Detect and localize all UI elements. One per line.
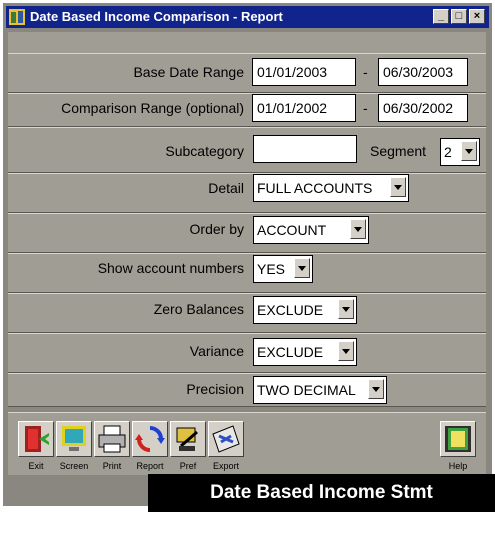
export-icon (212, 425, 240, 453)
order-by-label: Order by (189, 221, 244, 237)
pref-button[interactable] (170, 421, 206, 457)
base-range-separator: - (363, 64, 368, 80)
comparison-range-label: Comparison Range (optional) (61, 100, 244, 116)
preferences-icon (176, 427, 198, 451)
row-variance (8, 333, 486, 373)
order-by-select[interactable]: ACCOUNT (253, 216, 369, 244)
help-label: Help (448, 461, 468, 471)
exit-door-icon (25, 426, 49, 452)
chevron-down-icon[interactable] (338, 341, 354, 361)
variance-select[interactable]: EXCLUDE (253, 338, 357, 366)
comp-range-separator: - (363, 100, 368, 116)
chevron-down-icon[interactable] (350, 219, 366, 239)
toolbar: Exit Screen Print Report Pref Export Hel… (8, 412, 486, 475)
maximize-button[interactable]: □ (451, 9, 467, 24)
precision-label: Precision (186, 381, 244, 397)
report-name-banner: Date Based Income Stmt (148, 474, 495, 512)
comp-end-field[interactable]: 06/30/2002 (378, 94, 468, 122)
base-start-field[interactable]: 01/01/2003 (252, 58, 356, 86)
row-order (8, 213, 486, 253)
precision-select[interactable]: TWO DECIMAL (253, 376, 387, 404)
variance-value: EXCLUDE (257, 344, 324, 360)
export-button[interactable] (208, 421, 244, 457)
segment-value: 2 (444, 144, 452, 160)
chevron-down-icon[interactable] (368, 379, 384, 399)
base-end-field[interactable]: 06/30/2003 (378, 58, 468, 86)
monitor-icon (62, 426, 86, 451)
row-detail (8, 173, 486, 213)
title-bar: Date Based Income Comparison - Report _ … (6, 6, 489, 28)
chevron-down-icon[interactable] (461, 141, 477, 161)
zero-balances-select[interactable]: EXCLUDE (253, 296, 357, 324)
print-button[interactable] (94, 421, 130, 457)
precision-value: TWO DECIMAL (257, 382, 356, 398)
refresh-icon (135, 426, 165, 452)
chevron-down-icon[interactable] (294, 258, 310, 278)
chevron-down-icon[interactable] (390, 177, 406, 197)
comp-start-field[interactable]: 01/01/2002 (252, 94, 356, 122)
minimize-button[interactable]: _ (433, 9, 449, 24)
window-title: Date Based Income Comparison - Report (30, 9, 283, 24)
zero-balances-value: EXCLUDE (257, 302, 324, 318)
screen-button[interactable] (56, 421, 92, 457)
detail-label: Detail (208, 180, 244, 196)
report-button[interactable] (132, 421, 168, 457)
segment-select[interactable]: 2 (440, 138, 480, 166)
printer-icon (98, 425, 126, 453)
segment-label: Segment (370, 143, 427, 159)
help-book-icon (445, 426, 471, 452)
chevron-down-icon[interactable] (338, 299, 354, 319)
variance-label: Variance (189, 343, 244, 359)
detail-value: FULL ACCOUNTS (257, 180, 373, 196)
help-button[interactable] (440, 421, 476, 457)
export-label: Export (212, 461, 239, 471)
detail-select[interactable]: FULL ACCOUNTS (253, 174, 409, 202)
row-zero-balances (8, 293, 486, 333)
zero-balances-label: Zero Balances (153, 301, 244, 317)
order-by-value: ACCOUNT (257, 222, 327, 238)
show-account-numbers-select[interactable]: YES (253, 255, 313, 283)
base-date-label: Base Date Range (133, 64, 244, 80)
row-precision (8, 373, 486, 407)
show-account-numbers-value: YES (257, 261, 286, 277)
row-show-account-numbers (8, 253, 486, 293)
exit-button[interactable] (18, 421, 54, 457)
subcategory-label: Subcategory (165, 143, 244, 159)
show-account-numbers-label: Show account numbers (97, 260, 244, 276)
subcategory-field[interactable] (253, 135, 357, 163)
app-icon (9, 9, 25, 25)
close-button[interactable]: × (469, 9, 485, 24)
